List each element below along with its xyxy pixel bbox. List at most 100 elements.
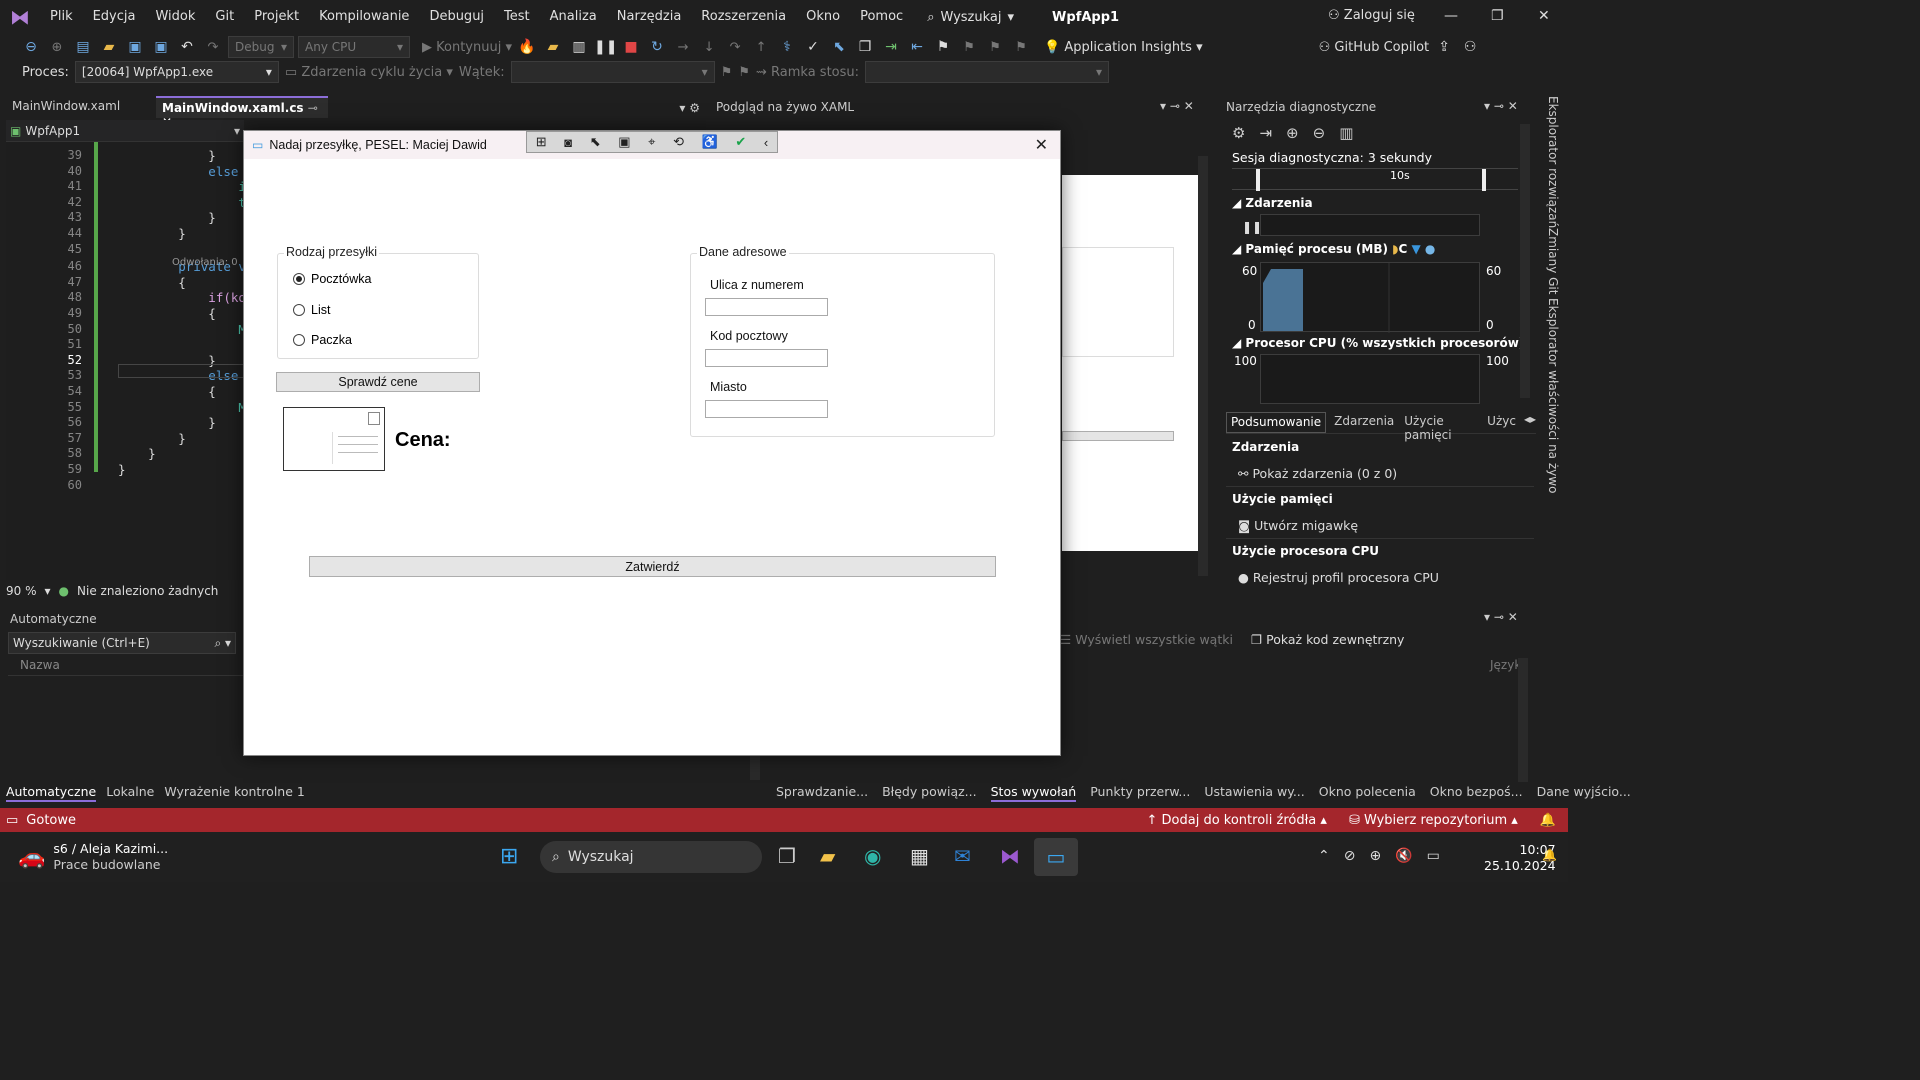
timeline-start-handle[interactable]	[1256, 169, 1260, 191]
tab-summary[interactable]: Podsumowanie	[1226, 412, 1327, 433]
side-tab-solution-explorer[interactable]: Eksplorator rozwiązań	[1546, 96, 1560, 228]
panel-menu-icon[interactable]: ▾ ⊸ ✕	[1484, 610, 1518, 624]
zoom-out-icon[interactable]: ⊖	[1313, 124, 1326, 142]
menu-analyze[interactable]: Analiza	[540, 0, 607, 34]
radio-parcel[interactable]: Paczka	[293, 333, 352, 347]
collapse-icon[interactable]: ◢	[1232, 196, 1245, 210]
pin-icon[interactable]: ⊸	[308, 101, 318, 115]
tab-autos[interactable]: Automatyczne	[6, 784, 97, 802]
bookmark-next-icon[interactable]: ⚑	[984, 40, 1006, 55]
continue-button[interactable]: ▶ Kontynuuj ▾	[422, 40, 512, 55]
call-stack-scrollbar[interactable]	[1518, 658, 1528, 782]
minimize-button[interactable]: —	[1444, 8, 1458, 24]
show-all-threads-button[interactable]: ☰ Wyświetl wszystkie wątki	[1060, 632, 1233, 647]
spell-check-icon[interactable]: ✓	[802, 39, 824, 55]
pause-icon[interactable]: ❚❚	[594, 39, 617, 55]
tab-scroll-icon[interactable]: ◂▸	[1524, 412, 1536, 433]
hot-reload-icon[interactable]: 🔥	[516, 39, 538, 55]
outdent-icon[interactable]: ⇤	[906, 39, 928, 55]
wpf-app-taskbar-icon[interactable]: ▭	[1034, 838, 1078, 876]
tab-call-stack[interactable]: Stos wywołań	[990, 784, 1077, 802]
autos-search-input[interactable]: Wyszukiwanie (Ctrl+E) ⌕ ▾	[8, 632, 236, 654]
notifications-icon[interactable]: 🔔	[1542, 848, 1557, 862]
forward-icon[interactable]: ⊕	[46, 40, 68, 55]
menu-view[interactable]: Widok	[145, 0, 205, 34]
flag-thread-icon[interactable]: ⚑	[721, 65, 733, 80]
issues-status[interactable]: Nie znaleziono żadnych	[77, 584, 218, 598]
file-explorer-icon[interactable]: ▰	[820, 844, 835, 868]
side-tab-git-changes[interactable]: Zmiany Git	[1546, 228, 1560, 294]
stop-icon[interactable]: ■	[620, 39, 642, 55]
platform-select[interactable]: Any CPU ▾	[298, 36, 410, 58]
postal-code-input[interactable]	[705, 349, 828, 367]
notifications-icon[interactable]: 🔔	[1540, 813, 1556, 828]
save-all-icon[interactable]: ▣	[150, 39, 172, 55]
accessibility-icon[interactable]: ♿	[702, 134, 718, 150]
lifecycle-events-button[interactable]: ▭ Zdarzenia cyklu życia ▾	[285, 65, 453, 80]
panel-menu-icon[interactable]: ▾ ⊸ ✕	[1160, 99, 1194, 113]
menu-build[interactable]: Kompilowanie	[309, 0, 419, 34]
taskbar-search[interactable]: ⌕ Wyszukaj	[540, 841, 762, 873]
hot-reload-icon[interactable]: ⟲	[673, 134, 684, 150]
undo-icon[interactable]: ↶	[176, 39, 198, 55]
column-language-header[interactable]: Język	[1490, 658, 1521, 672]
menu-help[interactable]: Pomoc	[850, 0, 913, 34]
tab-output[interactable]: Dane wyjścio...	[1537, 784, 1631, 802]
menu-test[interactable]: Test	[494, 0, 540, 34]
bar-chart-icon[interactable]: ▥	[1339, 124, 1353, 142]
output-icon[interactable]: ▭	[6, 813, 18, 828]
language-icon[interactable]: ⊕	[1369, 848, 1381, 864]
task-view-icon[interactable]: ❐	[778, 844, 796, 868]
bookmark-prev-icon[interactable]: ⚑	[958, 40, 980, 55]
track-focus-icon[interactable]: ⌖	[648, 134, 655, 150]
feedback-icon[interactable]: ⚇	[1459, 39, 1481, 55]
redo-icon[interactable]: ↷	[202, 40, 224, 55]
back-icon[interactable]: ⊖	[20, 39, 42, 55]
street-input[interactable]	[705, 298, 828, 316]
tab-memory-usage[interactable]: Użycie pamięci	[1402, 412, 1479, 442]
indent-icon[interactable]: ⇥	[880, 39, 902, 55]
show-next-statement-icon[interactable]: →	[672, 40, 694, 55]
menu-debug[interactable]: Debuguj	[419, 0, 494, 34]
select-tools-icon[interactable]: ⇥	[1259, 124, 1272, 142]
search-menu[interactable]: ⌕ Wyszukaj ▾	[927, 10, 1014, 25]
timeline-ruler[interactable]: 10s	[1232, 168, 1518, 191]
tab-overflow-icon[interactable]: ▾ ⚙	[673, 98, 706, 118]
bookmark-icon[interactable]: ⚑	[932, 39, 954, 55]
process-select[interactable]: [20064] WpfApp1.exe ▾	[74, 61, 279, 83]
select-element-icon[interactable]: ⬉	[828, 39, 850, 55]
step-over-icon[interactable]: ↷	[724, 40, 746, 55]
diagnostics-icon[interactable]: ⚕	[776, 39, 798, 55]
menu-edit[interactable]: Edycja	[83, 0, 146, 34]
timeline-end-handle[interactable]	[1482, 169, 1486, 191]
side-tab-live-properties[interactable]: Eksplorator właściwości na żywo	[1546, 298, 1560, 493]
restart-icon[interactable]: ↻	[646, 39, 668, 55]
references-hint[interactable]: Odwołania: 0	[172, 257, 238, 268]
bookmark-clear-icon[interactable]: ⚑	[1010, 40, 1032, 55]
weather-widget[interactable]: s6 / Aleja Kazimi... Prace budowlane	[53, 841, 168, 873]
github-copilot-button[interactable]: ⚇ GitHub Copilot	[1319, 40, 1430, 55]
battery-icon[interactable]: ▭	[1427, 848, 1440, 864]
tab-command-window[interactable]: Okno polecenia	[1319, 784, 1416, 802]
tab-immediate-window[interactable]: Okno bezpoś...	[1430, 784, 1523, 802]
go-to-live-visual-tree-icon[interactable]: ⊞	[536, 134, 547, 150]
column-name-header[interactable]: Nazwa	[20, 658, 60, 672]
zoom-in-icon[interactable]: ⊕	[1286, 124, 1299, 142]
tab-cpu-usage[interactable]: Użyc	[1485, 412, 1518, 433]
preview-scrollbar[interactable]	[1198, 156, 1208, 576]
copy-icon[interactable]: ❐	[854, 39, 876, 55]
menu-window[interactable]: Okno	[796, 0, 850, 34]
windows-start-icon[interactable]: ⊞	[500, 844, 518, 869]
confirm-button[interactable]: Zatwierdź	[309, 556, 996, 577]
check-icon[interactable]: ✔	[735, 134, 746, 150]
volume-muted-icon[interactable]: 🔇	[1395, 848, 1412, 864]
layout-icon[interactable]: ▥	[568, 39, 590, 55]
collapse-icon[interactable]: ◢	[1232, 336, 1245, 350]
settings-icon[interactable]: ⚙	[1232, 124, 1245, 142]
camera-icon[interactable]: ◙	[564, 135, 572, 150]
tab-watch-1[interactable]: Wyrażenie kontrolne 1	[164, 784, 304, 802]
tab-locals[interactable]: Lokalne	[106, 784, 154, 802]
record-cpu-profile-button[interactable]: ● Rejestruj profil procesora CPU	[1238, 570, 1439, 585]
menu-project[interactable]: Projekt	[244, 0, 309, 34]
tab-diagnostics-check[interactable]: Sprawdzanie...	[776, 784, 868, 802]
